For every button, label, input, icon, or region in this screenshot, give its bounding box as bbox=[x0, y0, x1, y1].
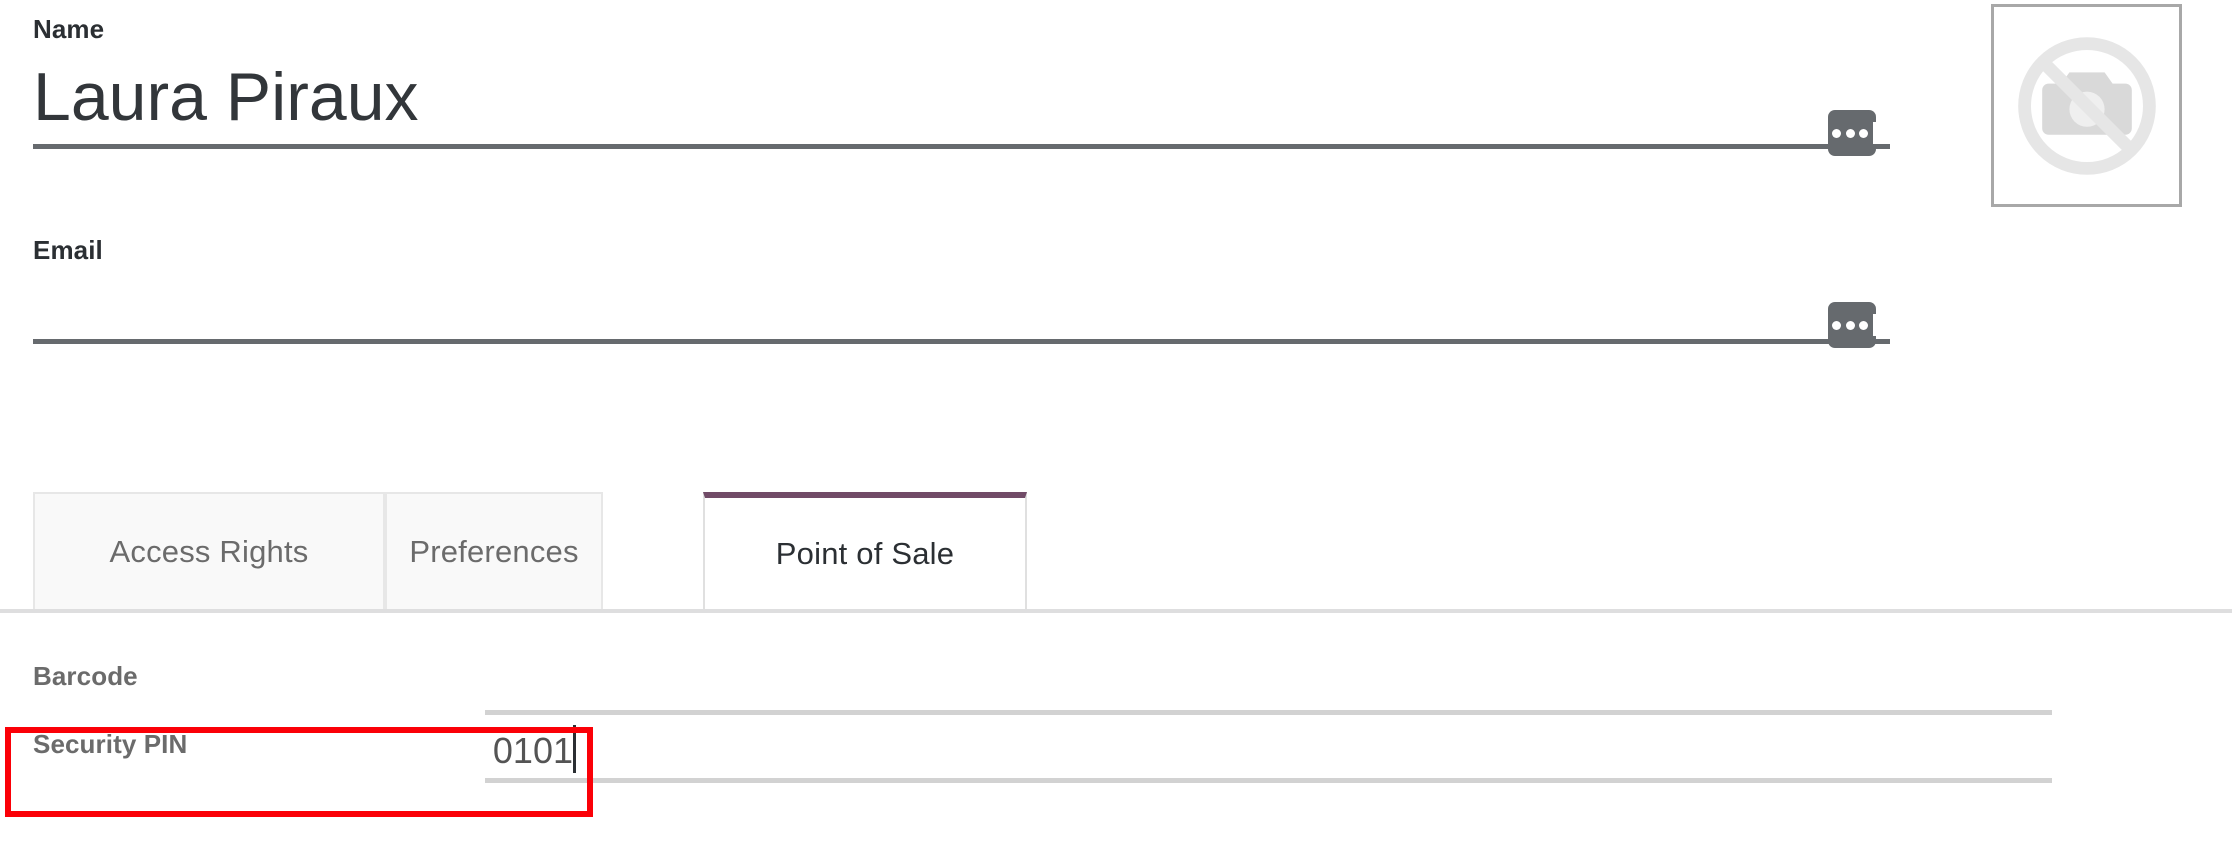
tab-strip: Access Rights Preferences Point of Sale bbox=[0, 476, 2232, 613]
tab-point-of-sale[interactable]: Point of Sale bbox=[703, 492, 1027, 609]
point-of-sale-page: Barcode Security PIN 0101 bbox=[0, 645, 2232, 783]
name-input-wrapper[interactable]: Laura Piraux bbox=[33, 52, 1890, 149]
avatar-upload-box[interactable] bbox=[1991, 4, 2182, 207]
dot-1 bbox=[1832, 128, 1842, 138]
dot-2 bbox=[1845, 320, 1855, 330]
security-pin-input[interactable]: 0101 bbox=[493, 730, 573, 772]
security-pin-input-wrapper[interactable]: 0101 bbox=[485, 722, 2052, 783]
barcode-row: Barcode bbox=[0, 645, 2232, 720]
no-camera-icon bbox=[2017, 36, 2156, 175]
name-input[interactable]: Laura Piraux bbox=[33, 58, 419, 136]
name-field-group: Name Laura Piraux bbox=[33, 14, 1890, 149]
barcode-label: Barcode bbox=[33, 661, 138, 691]
caret-bar bbox=[1873, 314, 1877, 336]
tab-divider bbox=[0, 609, 2232, 613]
name-label: Name bbox=[33, 14, 105, 44]
name-ellipsis-button[interactable] bbox=[1828, 110, 1877, 156]
notebook: Access Rights Preferences Point of Sale bbox=[0, 476, 2232, 613]
caret-bar bbox=[1873, 122, 1877, 144]
security-pin-label: Security PIN bbox=[33, 729, 188, 759]
email-input-wrapper[interactable] bbox=[33, 271, 1890, 344]
security-pin-row: Security PIN 0101 bbox=[0, 713, 2232, 793]
dot-3 bbox=[1858, 128, 1868, 138]
dot-1 bbox=[1832, 320, 1842, 330]
email-ellipsis-button[interactable] bbox=[1828, 302, 1877, 348]
dot-2 bbox=[1845, 128, 1855, 138]
dot-3 bbox=[1858, 320, 1868, 330]
email-field-group: Email bbox=[33, 235, 1890, 344]
email-label: Email bbox=[33, 235, 103, 265]
barcode-input-wrapper[interactable] bbox=[485, 654, 2052, 715]
text-cursor bbox=[573, 725, 576, 773]
tab-preferences[interactable]: Preferences bbox=[385, 492, 603, 609]
tab-access-rights[interactable]: Access Rights bbox=[33, 492, 385, 609]
